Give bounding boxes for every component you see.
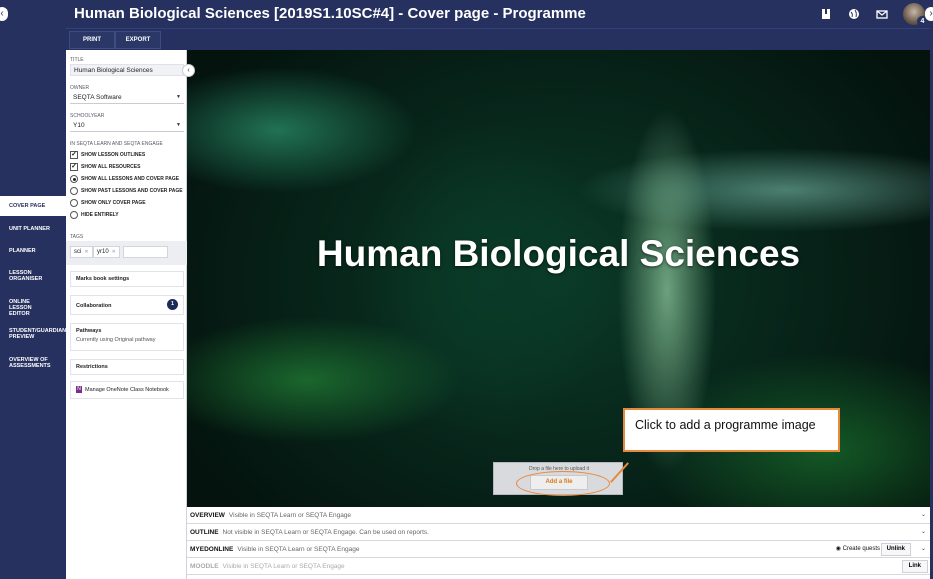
callout-box: Click to add a programme image bbox=[623, 408, 840, 452]
nav-item-student-guardian-preview[interactable]: STUDENT/GUARDIAN PREVIEW bbox=[0, 328, 66, 340]
section-row-moodle[interactable]: MOODLE Visible in SEQTA Learn or SEQTA En… bbox=[187, 558, 930, 575]
chevron-left-icon[interactable]: ‹ bbox=[0, 7, 8, 21]
owner-select[interactable]: SEQTA Software ▼ bbox=[70, 92, 184, 104]
nav-item-overview-of-assessments[interactable]: OVERVIEW OF ASSESSMENTS bbox=[0, 357, 52, 369]
collaboration-count-badge: 1 bbox=[167, 299, 178, 310]
pathways-box[interactable]: Pathways Currently using Original pathwa… bbox=[70, 323, 184, 351]
checkbox-checked-icon[interactable]: ✓ bbox=[70, 151, 78, 159]
radio-icon[interactable] bbox=[70, 211, 78, 219]
engage-label: IN SEQTA LEARN AND SEQTA ENGAGE bbox=[70, 141, 163, 147]
create-quests-button[interactable]: ◉ Create quests bbox=[836, 541, 880, 558]
option-label: SHOW ONLY COVER PAGE bbox=[81, 200, 146, 206]
page-title: Human Biological Sciences [2019S1.10SC#4… bbox=[74, 5, 586, 22]
schoolyear-value: Y10 bbox=[73, 122, 85, 129]
pathways-sub: Currently using Original pathway bbox=[76, 337, 156, 343]
chevron-down-icon[interactable]: ⌄ bbox=[921, 524, 926, 541]
radio-selected-icon[interactable] bbox=[70, 175, 78, 183]
caret-down-icon: ▼ bbox=[176, 122, 181, 128]
marks-book-settings[interactable]: Marks book settings bbox=[70, 271, 184, 287]
option-label: SHOW ALL LESSONS AND COVER PAGE bbox=[81, 176, 180, 182]
option-show-past-lessons[interactable]: SHOW PAST LESSONS AND COVER PAGE bbox=[70, 186, 183, 196]
schoolyear-select[interactable]: Y10 ▼ bbox=[70, 120, 184, 132]
checkbox-checked-icon[interactable]: ✓ bbox=[70, 163, 78, 171]
onenote-box[interactable]: N Manage OneNote Class Notebook bbox=[70, 381, 184, 399]
tag-chip[interactable]: sci ✕ bbox=[70, 246, 93, 258]
close-icon[interactable]: ✕ bbox=[84, 249, 88, 255]
section-desc: Visible in SEQTA Learn or SEQTA Engage bbox=[222, 563, 345, 570]
export-button[interactable]: EXPORT bbox=[115, 31, 161, 49]
section-name: OVERVIEW bbox=[190, 512, 225, 519]
book-icon[interactable] bbox=[819, 7, 833, 21]
owner-label: OWNER bbox=[70, 85, 90, 91]
left-navigation: COVER PAGE UNIT PLANNER PLANNER LESSON O… bbox=[0, 28, 66, 579]
hero-title: Human Biological Sciences bbox=[316, 233, 801, 274]
globe-icon[interactable] bbox=[847, 7, 861, 21]
section-name: OUTLINE bbox=[190, 529, 219, 536]
sections-list: OVERVIEW Visible in SEQTA Learn or SEQTA … bbox=[187, 507, 930, 579]
section-row-overview[interactable]: OVERVIEW Visible in SEQTA Learn or SEQTA … bbox=[187, 507, 930, 524]
radio-icon[interactable] bbox=[70, 187, 78, 195]
section-row-myedonline[interactable]: MYEDONLINE Visible in SEQTA Learn or SEQT… bbox=[187, 541, 930, 558]
chevron-down-icon[interactable]: ⌄ bbox=[921, 541, 926, 558]
option-show-lesson-outlines[interactable]: ✓ SHOW LESSON OUTLINES bbox=[70, 150, 145, 160]
avatar[interactable]: 4 bbox=[903, 3, 928, 27]
nav-item-lesson-organiser[interactable]: LESSON ORGANISER bbox=[0, 270, 42, 282]
settings-panel: ‹ TITLE Human Biological Sciences OWNER … bbox=[66, 50, 195, 579]
option-show-only-cover[interactable]: SHOW ONLY COVER PAGE bbox=[70, 198, 146, 208]
tag-text: sci bbox=[74, 249, 82, 255]
tag-input[interactable] bbox=[123, 246, 168, 258]
schoolyear-label: SCHOOLYEAR bbox=[70, 113, 105, 119]
collaboration-box[interactable]: Collaboration 1 bbox=[70, 295, 184, 315]
tag-text: yr10 bbox=[97, 249, 109, 255]
option-show-all-resources[interactable]: ✓ SHOW ALL RESOURCES bbox=[70, 162, 140, 172]
section-desc: Visible in SEQTA Learn or SEQTA Engage bbox=[228, 512, 352, 519]
pathways-label: Pathways bbox=[76, 328, 102, 334]
highlight-ring bbox=[516, 471, 610, 496]
cover-image: Human Biological Sciences Drop a file he… bbox=[187, 50, 930, 507]
tags-area: sci ✕ yr10 ✕ bbox=[66, 241, 187, 265]
tags-label: TAGS bbox=[70, 234, 84, 240]
unlink-button[interactable]: Unlink bbox=[880, 543, 911, 556]
chevron-down-icon[interactable]: ⌄ bbox=[921, 507, 926, 524]
section-desc: Visible in SEQTA Learn or SEQTA Engage bbox=[237, 546, 360, 553]
link-button[interactable]: Link bbox=[901, 560, 928, 573]
nav-item-planner[interactable]: PLANNER bbox=[0, 248, 66, 254]
radio-icon[interactable] bbox=[70, 199, 78, 207]
option-label: SHOW LESSON OUTLINES bbox=[81, 152, 146, 158]
tag-chip[interactable]: yr10 ✕ bbox=[93, 246, 120, 258]
option-label: HIDE ENTIRELY bbox=[81, 212, 119, 218]
option-label: SHOW ALL RESOURCES bbox=[81, 164, 141, 170]
owner-value: SEQTA Software bbox=[73, 94, 122, 101]
section-name: MOODLE bbox=[190, 563, 219, 570]
chevron-right-icon[interactable]: › bbox=[925, 7, 933, 21]
app-header: ‹ Human Biological Sciences [2019S1.10SC… bbox=[0, 0, 933, 28]
option-show-all-lessons[interactable]: SHOW ALL LESSONS AND COVER PAGE bbox=[70, 174, 179, 184]
quest-icon: ◉ bbox=[835, 546, 841, 552]
option-label: SHOW PAST LESSONS AND COVER PAGE bbox=[81, 188, 183, 194]
caret-down-icon: ▼ bbox=[176, 94, 181, 100]
print-button[interactable]: PRINT bbox=[69, 31, 115, 49]
nav-item-unit-planner[interactable]: UNIT PLANNER bbox=[0, 226, 66, 232]
create-quests-label: Create quests bbox=[842, 546, 880, 552]
onenote-label: Manage OneNote Class Notebook bbox=[85, 386, 169, 393]
restrictions-box[interactable]: Restrictions bbox=[70, 359, 184, 375]
option-hide-entirely[interactable]: HIDE ENTIRELY bbox=[70, 210, 119, 220]
section-row-outline[interactable]: OUTLINE Not visible in SEQTA Learn or SEQ… bbox=[187, 524, 930, 541]
toolbar: PRINT EXPORT bbox=[66, 28, 933, 50]
collapse-panel-icon[interactable]: ‹ bbox=[182, 64, 195, 77]
nav-item-cover-page[interactable]: COVER PAGE bbox=[0, 196, 66, 216]
close-icon[interactable]: ✕ bbox=[112, 249, 116, 255]
title-label: TITLE bbox=[70, 57, 84, 63]
header-icons: 4 bbox=[819, 3, 928, 27]
collaboration-label: Collaboration bbox=[76, 303, 112, 309]
section-desc: Not visible in SEQTA Learn or SEQTA Enga… bbox=[222, 529, 429, 536]
title-field[interactable]: Human Biological Sciences bbox=[70, 64, 184, 76]
mail-icon[interactable] bbox=[875, 7, 889, 21]
onenote-icon: N bbox=[76, 386, 82, 393]
section-name: MYEDONLINE bbox=[190, 546, 234, 553]
nav-item-online-lesson-editor[interactable]: ONLINE LESSON EDITOR bbox=[0, 299, 50, 317]
